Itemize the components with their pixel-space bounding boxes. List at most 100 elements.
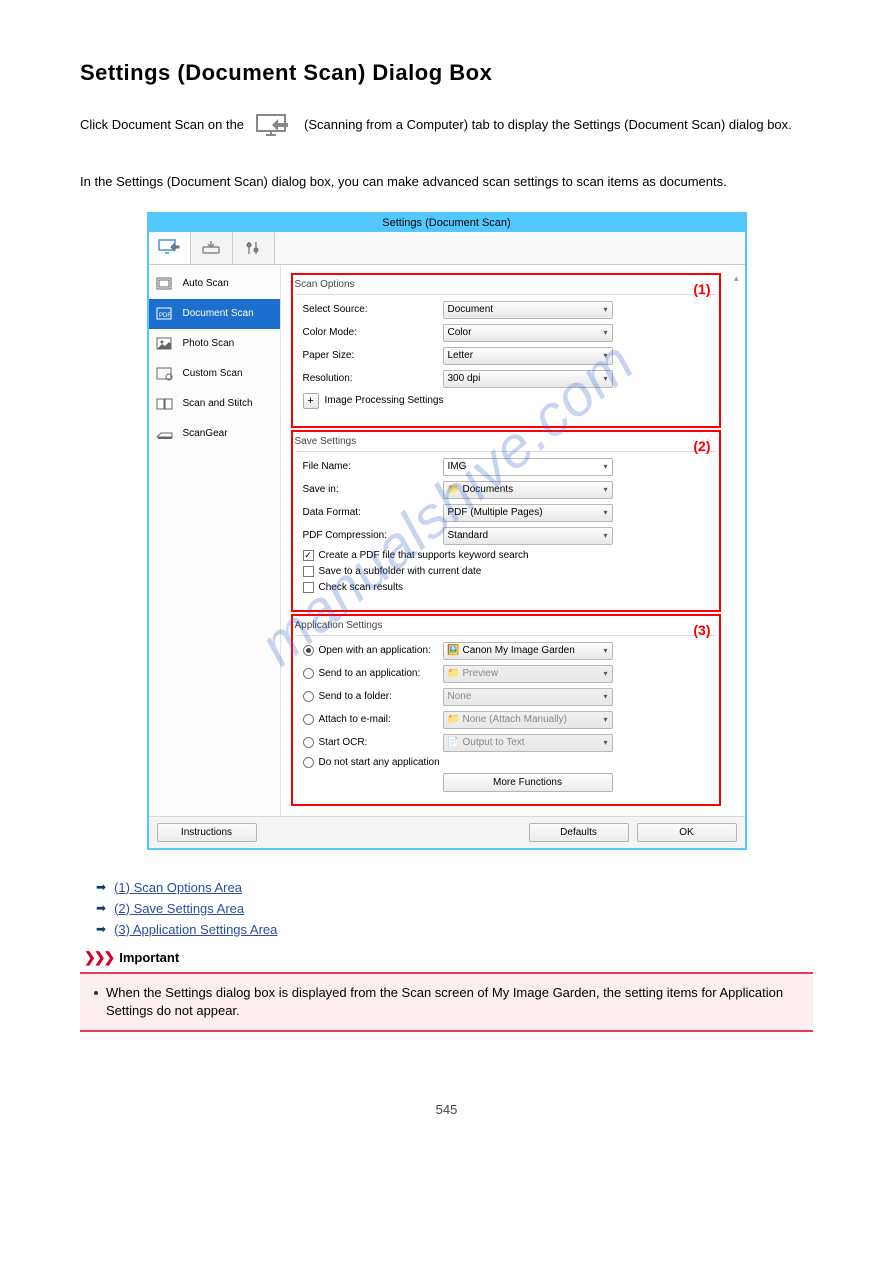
link-save-settings[interactable]: (2) Save Settings Area (114, 901, 244, 916)
scan-options-group: Scan Options Select Source: Document▾ Co… (295, 279, 717, 414)
start-ocr-dropdown[interactable]: 📄Output to Text ▾ (443, 734, 613, 752)
sidebar-item-scangear[interactable]: ScanGear (149, 419, 280, 449)
data-format-dropdown[interactable]: PDF (Multiple Pages)▾ (443, 504, 613, 522)
sidebar-item-document-scan[interactable]: PDF Document Scan (149, 299, 280, 329)
auto-scan-icon (155, 276, 175, 292)
chevron-down-icon: ▾ (603, 692, 607, 701)
important-heading-text: Important (119, 950, 179, 965)
send-app-label: Send to an application: (319, 668, 421, 679)
sidebar-item-scan-stitch[interactable]: Scan and Stitch (149, 389, 280, 419)
settings-dialog: Settings (Document Scan) Auto Scan (147, 212, 747, 850)
save-settings-group: Save Settings File Name: IMG▾ Save in: 📁… (295, 436, 717, 598)
arrow-right-icon: ➡ (96, 880, 106, 894)
file-name-field[interactable]: IMG▾ (443, 458, 613, 476)
resolution-dropdown[interactable]: 300 dpi▾ (443, 370, 613, 388)
save-in-label: Save in: (303, 484, 443, 495)
color-mode-dropdown[interactable]: Color▾ (443, 324, 613, 342)
intro-label-right: (Scanning from a Computer) tab to displa… (304, 110, 792, 135)
send-app-dropdown[interactable]: 📁Preview ▾ (443, 665, 613, 683)
save-settings-legend: Save Settings (295, 436, 717, 447)
subfolder-checkbox[interactable] (303, 566, 314, 577)
tab-scan-from-computer[interactable] (149, 232, 191, 264)
section-links: ➡ (1) Scan Options Area ➡ (2) Save Setti… (96, 880, 813, 937)
no-app-label: Do not start any application (319, 757, 440, 768)
ok-button[interactable]: OK (637, 823, 737, 842)
tab-general-settings[interactable] (233, 232, 275, 264)
app-icon: 🖼️ (448, 645, 460, 657)
attach-email-dropdown[interactable]: 📁None (Attach Manually) ▾ (443, 711, 613, 729)
dialog-footer: Instructions Defaults OK (149, 816, 745, 848)
more-functions-button[interactable]: More Functions (443, 773, 613, 792)
chevron-down-icon: ▾ (603, 328, 607, 337)
folder-icon: 📁 (448, 668, 460, 680)
scroll-up-icon[interactable]: ▴ (734, 273, 739, 284)
send-folder-dropdown[interactable]: None▾ (443, 688, 613, 706)
highlight-save-settings: (2) Save Settings File Name: IMG▾ Save i… (291, 430, 721, 612)
highlight-scan-options: (1) Scan Options Select Source: Document… (291, 273, 721, 428)
link-scan-options[interactable]: (1) Scan Options Area (114, 880, 242, 895)
open-app-label: Open with an application: (319, 645, 431, 656)
chevron-down-icon: ▾ (603, 374, 607, 383)
scan-options-legend: Scan Options (295, 279, 717, 290)
text-icon: 📄 (448, 737, 460, 749)
color-mode-label: Color Mode: (303, 327, 443, 338)
intro-label-left: Click Document Scan on the (80, 110, 244, 135)
paper-size-label: Paper Size: (303, 350, 443, 361)
sidebar-item-custom-scan[interactable]: Custom Scan (149, 359, 280, 389)
scan-stitch-icon (155, 396, 175, 412)
save-in-dropdown[interactable]: 📁Documents ▾ (443, 481, 613, 499)
instructions-button[interactable]: Instructions (157, 823, 257, 842)
important-note-box: When the Settings dialog box is displaye… (80, 972, 813, 1032)
chevrons-icon: ❯❯❯ (84, 949, 113, 966)
keyword-search-label: Create a PDF file that supports keyword … (319, 550, 529, 561)
pdf-compression-dropdown[interactable]: Standard▾ (443, 527, 613, 545)
photo-scan-icon (155, 336, 175, 352)
send-folder-radio[interactable] (303, 691, 314, 702)
intro-paragraph-2: In the Settings (Document Scan) dialog b… (80, 172, 813, 192)
tab-strip (149, 232, 745, 265)
content-area: ▴ (1) Scan Options Select Source: Docume… (281, 265, 745, 816)
check-results-label: Check scan results (319, 582, 403, 593)
page-heading: Settings (Document Scan) Dialog Box (80, 60, 813, 86)
highlight-app-settings: (3) Application Settings Open with an ap… (291, 614, 721, 806)
sidebar-item-photo-scan[interactable]: Photo Scan (149, 329, 280, 359)
sidebar: Auto Scan PDF Document Scan Photo Scan C… (149, 265, 281, 816)
open-app-dropdown[interactable]: 🖼️Canon My Image Garden ▾ (443, 642, 613, 660)
paper-size-dropdown[interactable]: Letter▾ (443, 347, 613, 365)
svg-text:PDF: PDF (159, 313, 171, 319)
sidebar-label: ScanGear (183, 428, 228, 439)
chevron-down-icon: ▾ (603, 669, 607, 678)
important-text: When the Settings dialog box is displaye… (106, 984, 799, 1020)
defaults-button[interactable]: Defaults (529, 823, 629, 842)
sidebar-label: Document Scan (183, 308, 254, 319)
callout-2: (2) (693, 438, 710, 454)
subfolder-label: Save to a subfolder with current date (319, 566, 482, 577)
expand-image-processing-button[interactable]: + (303, 393, 319, 409)
start-ocr-radio[interactable] (303, 737, 314, 748)
chevron-down-icon: ▾ (603, 485, 607, 494)
attach-email-radio[interactable] (303, 714, 314, 725)
check-results-checkbox[interactable] (303, 582, 314, 593)
link-app-settings[interactable]: (3) Application Settings Area (114, 922, 277, 937)
no-app-radio[interactable] (303, 757, 314, 768)
tab-scan-to-computer[interactable] (191, 232, 233, 264)
send-app-radio[interactable] (303, 668, 314, 679)
start-ocr-label: Start OCR: (319, 737, 368, 748)
sidebar-item-auto-scan[interactable]: Auto Scan (149, 269, 280, 299)
callout-3: (3) (693, 622, 710, 638)
sidebar-label: Scan and Stitch (183, 398, 253, 409)
keyword-search-checkbox[interactable]: ✓ (303, 550, 314, 561)
dialog-titlebar: Settings (Document Scan) (149, 214, 745, 232)
chevron-down-icon: ▾ (603, 351, 607, 360)
chevron-down-icon: ▾ (603, 715, 607, 724)
callout-1: (1) (693, 281, 710, 297)
select-source-dropdown[interactable]: Document▾ (443, 301, 613, 319)
send-folder-label: Send to a folder: (319, 691, 392, 702)
page-number: 545 (80, 1102, 813, 1117)
bullet-icon (94, 991, 98, 995)
sidebar-label: Custom Scan (183, 368, 243, 379)
chevron-down-icon: ▾ (603, 646, 607, 655)
open-app-radio[interactable] (303, 645, 314, 656)
image-processing-label: Image Processing Settings (325, 395, 444, 406)
select-source-label: Select Source: (303, 304, 443, 315)
